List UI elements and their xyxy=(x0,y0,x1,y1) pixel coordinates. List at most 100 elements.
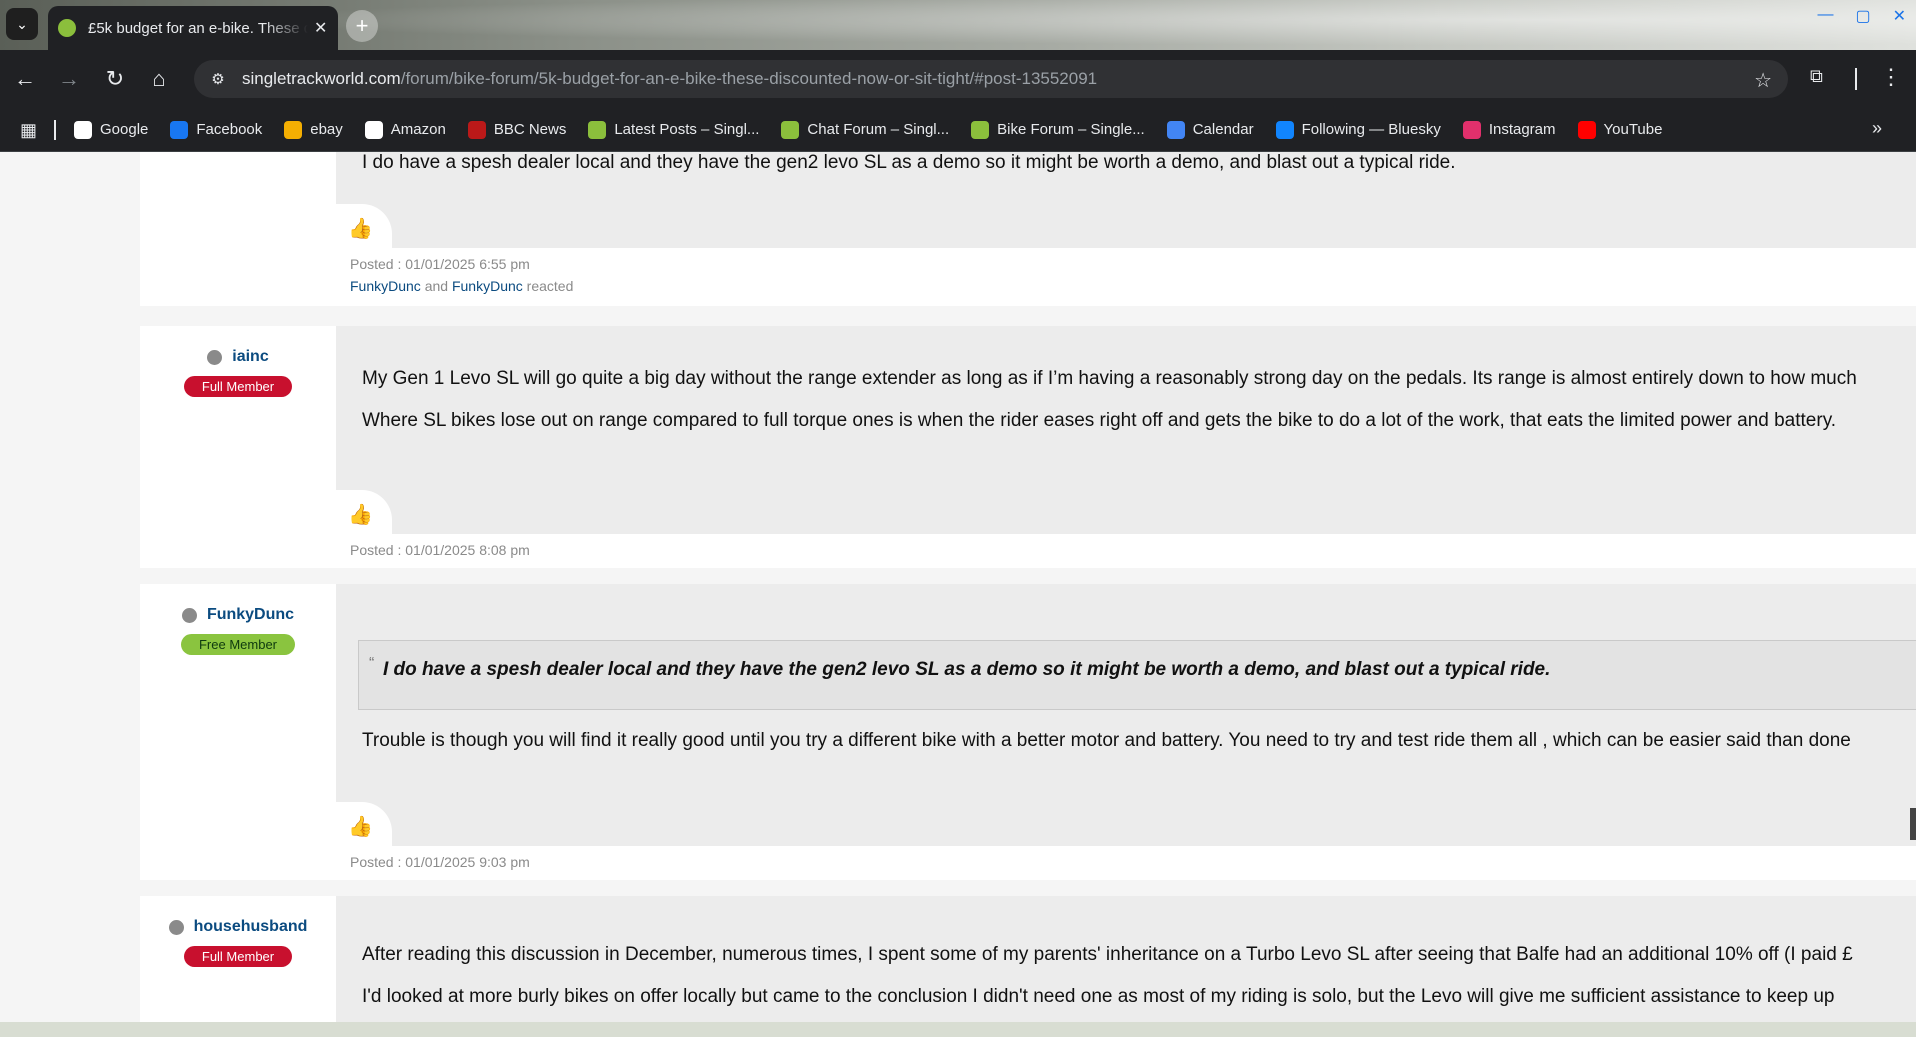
url-domain: singletrackworld.com xyxy=(242,69,401,88)
bookmark-label: BBC News xyxy=(493,121,567,138)
bookmark-item[interactable]: Bike Forum – Single... xyxy=(971,120,1145,139)
instagram-icon xyxy=(1462,120,1481,139)
forum-post: househusband Full Member After reading t… xyxy=(140,896,1916,1022)
address-bar[interactable]: ⚙ singletrackworld.com/forum/bike-forum/… xyxy=(194,60,1788,98)
taskbar-shelf xyxy=(0,1022,1916,1037)
post-text: I do have a spesh dealer local and they … xyxy=(362,152,1456,173)
tab-strip: ⌄ £5k budget for an e-bike. These discou… xyxy=(0,0,1916,50)
like-button[interactable]: 👍 xyxy=(336,490,392,534)
reactor-link[interactable]: FunkyDunc xyxy=(452,278,523,294)
google-icon xyxy=(74,120,92,139)
bookmark-label: Calendar xyxy=(1192,121,1254,138)
bookmark-item[interactable]: Facebook xyxy=(170,120,263,139)
offline-status-dot xyxy=(181,607,197,623)
amazon-icon xyxy=(364,120,383,139)
more-bookmarks-icon[interactable]: » xyxy=(1872,118,1882,139)
bookmark-item[interactable]: ebay xyxy=(284,120,343,139)
post-author-panel: iainc Full Member xyxy=(140,326,336,568)
bookmark-label: Following — Bluesky xyxy=(1301,121,1441,138)
tab-title: £5k budget for an e-bike. These discount… xyxy=(88,19,308,37)
like-button[interactable]: 👍 xyxy=(336,204,392,248)
bookmarks-bar: ▦ Google Facebook ebay Amazon BBC News Latest… xyxy=(0,108,1916,152)
youtube-icon xyxy=(1577,120,1596,139)
post-footer: Posted : 01/01/2025 8:08 pm xyxy=(336,534,1916,568)
home-icon[interactable]: ⌂ xyxy=(144,64,174,94)
maximize-icon[interactable]: ▢ xyxy=(1855,6,1870,26)
singletrack-favicon-icon xyxy=(58,19,76,37)
thumbs-up-icon: 👍 xyxy=(348,218,373,240)
apps-grid-icon[interactable]: ▦ xyxy=(20,120,40,140)
bookmark-list: Google Facebook ebay Amazon BBC News Latest P… xyxy=(74,120,1684,139)
bookmark-label: ebay xyxy=(310,121,343,138)
reactor-link[interactable]: FunkyDunc xyxy=(350,278,421,294)
quote-mark-icon: “ xyxy=(369,655,375,672)
quote-block: “ I do have a spesh dealer local and the… xyxy=(358,640,1916,710)
thumbs-up-icon: 👍 xyxy=(348,816,373,838)
bookmark-label: Facebook xyxy=(196,121,263,138)
bookmark-label: Instagram xyxy=(1488,121,1556,138)
toolbar-divider xyxy=(1855,68,1857,90)
forum-post: FunkyDunc Free Member “ I do have a spes… xyxy=(140,584,1916,880)
username-link[interactable]: iainc xyxy=(232,348,268,366)
bookmark-label: Bike Forum – Single... xyxy=(997,121,1145,138)
bookmark-star-icon[interactable]: ☆ xyxy=(1754,68,1772,93)
reload-icon[interactable]: ↻ xyxy=(100,64,130,94)
bookmark-label: Amazon xyxy=(390,121,446,138)
bookmark-item[interactable]: Amazon xyxy=(364,120,446,139)
bookmark-item[interactable]: YouTube xyxy=(1577,120,1663,139)
close-icon[interactable]: ✕ xyxy=(314,18,327,38)
site-info-icon[interactable]: ⚙ xyxy=(208,69,228,89)
minimize-icon[interactable]: — xyxy=(1817,6,1833,26)
ebay-icon xyxy=(284,120,303,139)
member-badge: Free Member xyxy=(180,634,296,655)
bookmark-item[interactable]: Following — Bluesky xyxy=(1275,120,1441,139)
close-window-icon[interactable]: ✕ xyxy=(1893,6,1906,26)
window-controls: — ▢ ✕ xyxy=(1817,6,1906,26)
singletrack-icon xyxy=(588,120,607,139)
bookmark-item[interactable]: Instagram xyxy=(1462,120,1556,139)
offline-status-dot xyxy=(207,349,223,365)
bookmark-item[interactable]: BBC News xyxy=(467,120,567,139)
tab-active[interactable]: £5k budget for an e-bike. These discount… xyxy=(48,6,338,50)
singletrack-icon xyxy=(781,120,800,139)
username-link[interactable]: FunkyDunc xyxy=(207,606,294,624)
quote-text: I do have a spesh dealer local and they … xyxy=(383,659,1551,680)
chevron-down-icon: ⌄ xyxy=(16,15,28,32)
back-icon[interactable]: ← xyxy=(10,64,40,94)
post-text: Trouble is though you will find it reall… xyxy=(362,730,1851,751)
tab-search-button[interactable]: ⌄ xyxy=(6,8,38,40)
menu-icon[interactable]: ⋮ xyxy=(1880,64,1902,90)
bookmark-label: Google xyxy=(100,121,149,138)
post-footer: Posted : 01/01/2025 9:03 pm xyxy=(336,846,1916,880)
bookmark-item[interactable]: Chat Forum – Singl... xyxy=(781,120,949,139)
post-text: My Gen 1 Levo SL will go quite a big day… xyxy=(362,368,1857,389)
post-footer: Posted : 01/01/2025 6:55 pm FunkyDunc an… xyxy=(336,248,1916,306)
username-link[interactable]: househusband xyxy=(194,918,308,936)
forward-icon[interactable]: → xyxy=(54,64,84,94)
facebook-icon xyxy=(170,120,189,139)
post-text: After reading this discussion in Decembe… xyxy=(362,944,1853,965)
member-badge: Full Member xyxy=(183,376,293,397)
bookmark-label: Latest Posts – Singl... xyxy=(614,121,760,138)
post-text: Where SL bikes lose out on range compare… xyxy=(362,410,1837,431)
singletrack-icon xyxy=(971,120,990,139)
bookmark-item[interactable]: Google xyxy=(74,120,149,139)
thumbs-up-icon: 👍 xyxy=(348,504,373,526)
extensions-icon[interactable]: ⧉ xyxy=(1810,66,1834,90)
browser-toolbar: ← → ↻ ⌂ ⚙ singletrackworld.com/forum/bik… xyxy=(0,50,1916,108)
offline-status-dot xyxy=(168,919,184,935)
post-body: “ I do have a spesh dealer local and the… xyxy=(336,584,1916,846)
posted-date: Posted : 01/01/2025 6:55 pm xyxy=(350,256,530,272)
reacted-and: and xyxy=(424,278,449,294)
like-button[interactable]: 👍 xyxy=(336,802,392,846)
forum-page: I do have a spesh dealer local and they … xyxy=(0,152,1916,1022)
bookmark-item[interactable]: Latest Posts – Singl... xyxy=(588,120,760,139)
new-tab-button[interactable]: + xyxy=(346,10,378,42)
calendar-icon xyxy=(1166,120,1185,139)
bookmark-label: YouTube xyxy=(1603,121,1663,138)
post-body: After reading this discussion in Decembe… xyxy=(336,896,1916,1022)
post-body: I do have a spesh dealer local and they … xyxy=(336,152,1916,248)
bookmarks-divider xyxy=(54,119,56,140)
url-path: /forum/bike-forum/5k-budget-for-an-e-bik… xyxy=(400,69,1098,88)
bookmark-item[interactable]: Calendar xyxy=(1166,120,1254,139)
